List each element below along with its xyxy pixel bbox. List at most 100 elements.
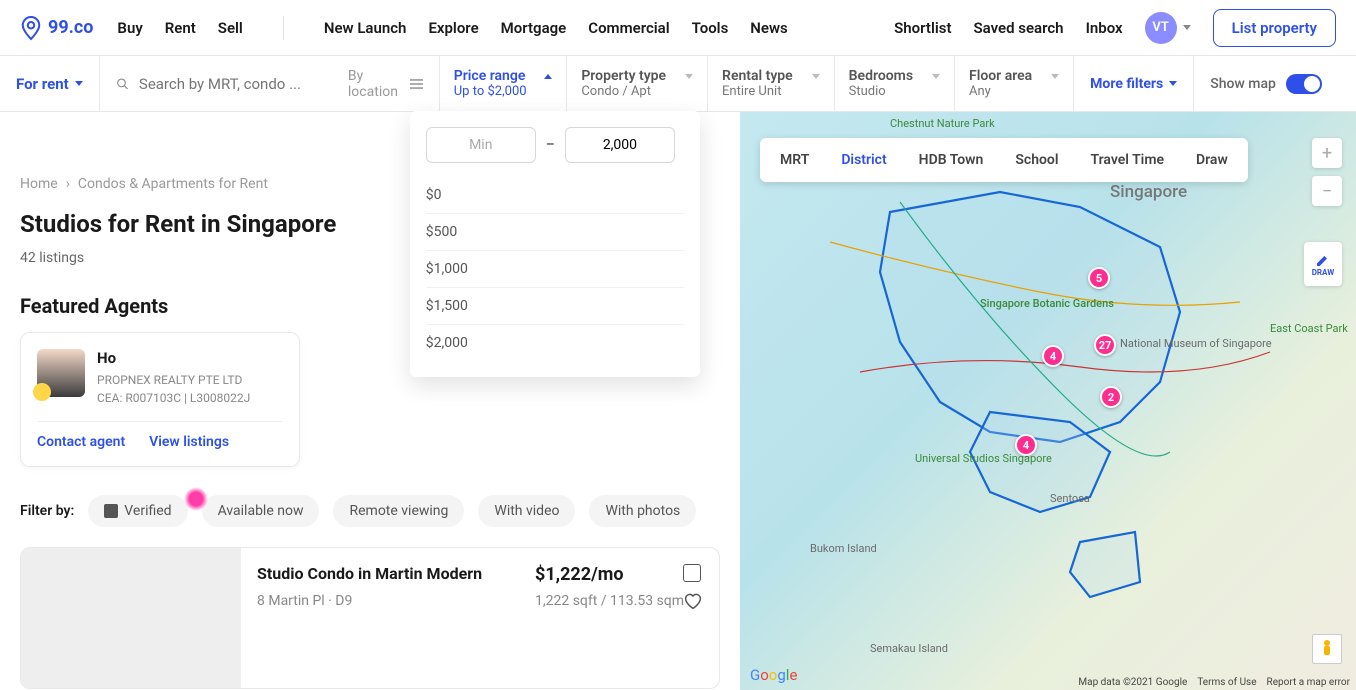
price-opt-2[interactable]: $1,000 — [426, 251, 684, 288]
beds-value: Studio — [849, 84, 940, 99]
breadcrumb-current: Condos & Apartments for Rent — [78, 176, 268, 192]
chevron-down-icon — [75, 81, 83, 86]
crown-icon — [33, 383, 51, 401]
tab-draw[interactable]: Draw — [1180, 142, 1244, 178]
filterbar: For rent By location Price range Up to $… — [0, 56, 1356, 112]
price-min-input[interactable] — [426, 127, 536, 163]
breadcrumb-home[interactable]: Home — [20, 176, 58, 192]
contact-agent-link[interactable]: Contact agent — [37, 434, 125, 450]
listing-address: 8 Martin Pl · D9 — [257, 593, 503, 609]
avatar: VT — [1145, 12, 1177, 44]
price-dropdown: – $0 $500 $1,000 $1,500 $2,000 — [410, 111, 700, 377]
chip-label: Verified — [124, 503, 171, 519]
tab-hdb[interactable]: HDB Town — [903, 142, 1000, 178]
chip-photos[interactable]: With photos — [589, 495, 696, 527]
for-rent-label: For rent — [16, 75, 69, 93]
chevron-down-icon — [1169, 81, 1177, 86]
map-marker[interactable]: 4 — [1042, 345, 1064, 367]
pegman-icon[interactable] — [1312, 634, 1342, 664]
price-opt-4[interactable]: $2,000 — [426, 325, 684, 361]
filter-rental-type[interactable]: Rental type Entire Unit — [708, 56, 835, 111]
price-opt-3[interactable]: $1,500 — [426, 288, 684, 325]
logo[interactable]: 99.co — [20, 15, 93, 41]
map-terms-link[interactable]: Terms of Use — [1197, 677, 1256, 688]
price-opt-1[interactable]: $500 — [426, 214, 684, 251]
list-icon — [410, 77, 423, 91]
map-report-link[interactable]: Report a map error — [1267, 677, 1350, 688]
map-marker[interactable]: 4 — [1015, 434, 1037, 456]
listing-price: $1,222/mo — [535, 564, 703, 585]
price-max-input[interactable] — [565, 127, 675, 163]
price-label: Price range — [454, 68, 526, 84]
google-logo: Google — [750, 666, 797, 684]
nav-mortgage[interactable]: Mortgage — [501, 19, 567, 37]
show-map-toggle[interactable]: Show map — [1194, 56, 1338, 111]
nav-news[interactable]: News — [750, 19, 787, 37]
filter-price[interactable]: Price range Up to $2,000 – $0 $500 $1,00… — [440, 56, 568, 111]
more-filters-button[interactable]: More filters — [1074, 56, 1194, 111]
nav-sell[interactable]: Sell — [218, 19, 243, 37]
map-pin-icon — [20, 15, 42, 41]
nav-inbox[interactable]: Inbox — [1086, 19, 1123, 37]
bookmark-icon[interactable] — [683, 564, 701, 582]
listing-card[interactable]: Studio Condo in Martin Modern 8 Martin P… — [20, 547, 720, 689]
tab-school[interactable]: School — [999, 142, 1074, 178]
nav-saved-search[interactable]: Saved search — [974, 19, 1064, 37]
draw-button[interactable]: DRAW — [1304, 242, 1342, 286]
map-attribution: Map data ©2021 Google Terms of Use Repor… — [1078, 677, 1350, 688]
filter-chips-row: Filter by: Verified Available now Remote… — [20, 495, 720, 527]
chip-remote[interactable]: Remote viewing — [333, 495, 464, 527]
topbar: 99.co Buy Rent Sell New Launch Explore M… — [0, 0, 1356, 56]
by-location-toggle[interactable]: By location — [348, 68, 423, 100]
agent-company: PROPNEX REALTY PTE LTD — [97, 371, 250, 389]
rtype-label: Rental type — [722, 68, 793, 84]
listing-image — [21, 548, 241, 688]
avatar-menu[interactable]: VT — [1145, 12, 1191, 44]
map-label: Bukom Island — [810, 542, 877, 555]
filter-floor-area[interactable]: Floor area Any — [955, 56, 1074, 111]
search-segment: By location — [100, 56, 440, 111]
search-input[interactable] — [139, 75, 338, 93]
map-marker[interactable]: 27 — [1094, 334, 1116, 356]
chevron-down-icon — [812, 74, 820, 79]
nav-rent[interactable]: Rent — [165, 19, 196, 37]
chip-video[interactable]: With video — [478, 495, 575, 527]
for-rent-dropdown[interactable]: For rent — [0, 56, 100, 111]
view-listings-link[interactable]: View listings — [149, 434, 229, 450]
list-property-button[interactable]: List property — [1213, 9, 1336, 47]
ptype-value: Condo / Apt — [581, 84, 693, 99]
zoom-in-button[interactable]: + — [1312, 138, 1342, 168]
map-marker[interactable]: 5 — [1088, 267, 1110, 289]
filter-property-type[interactable]: Property type Condo / Apt — [567, 56, 708, 111]
map-marker[interactable]: 2 — [1100, 386, 1122, 408]
beds-label: Bedrooms — [849, 68, 913, 84]
agent-photo — [37, 349, 85, 397]
nav-tools[interactable]: Tools — [692, 19, 729, 37]
toggle-switch[interactable] — [1286, 74, 1322, 94]
nav-shortlist[interactable]: Shortlist — [894, 19, 951, 37]
nav-new-launch[interactable]: New Launch — [324, 19, 407, 37]
price-opt-0[interactable]: $0 — [426, 177, 684, 214]
map-mode-tabs: MRT District HDB Town School Travel Time… — [760, 138, 1248, 182]
heart-icon[interactable] — [683, 592, 703, 610]
price-value: Up to $2,000 — [454, 84, 553, 99]
chip-verified[interactable]: Verified — [88, 495, 187, 527]
map-label: Singapore Botanic Gardens — [980, 297, 1114, 310]
ptype-label: Property type — [581, 68, 666, 84]
map-label: Semakau Island — [870, 642, 948, 655]
zoom-out-button[interactable]: − — [1312, 176, 1342, 206]
chevron-down-icon — [1051, 74, 1059, 79]
nav-buy[interactable]: Buy — [117, 19, 142, 37]
chip-available[interactable]: Available now — [202, 495, 320, 527]
map-label: Chestnut Nature Park — [890, 117, 995, 130]
dash: – — [546, 137, 555, 153]
tab-travel[interactable]: Travel Time — [1075, 142, 1181, 178]
filter-bedrooms[interactable]: Bedrooms Studio — [835, 56, 955, 111]
nav-explore[interactable]: Explore — [428, 19, 478, 37]
tab-district[interactable]: District — [825, 142, 902, 178]
zoom-controls: + − — [1312, 138, 1342, 206]
map-panel[interactable]: MRT District HDB Town School Travel Time… — [740, 112, 1356, 690]
nav-commercial[interactable]: Commercial — [588, 19, 669, 37]
search-icon — [116, 76, 129, 92]
tab-mrt[interactable]: MRT — [764, 142, 825, 178]
